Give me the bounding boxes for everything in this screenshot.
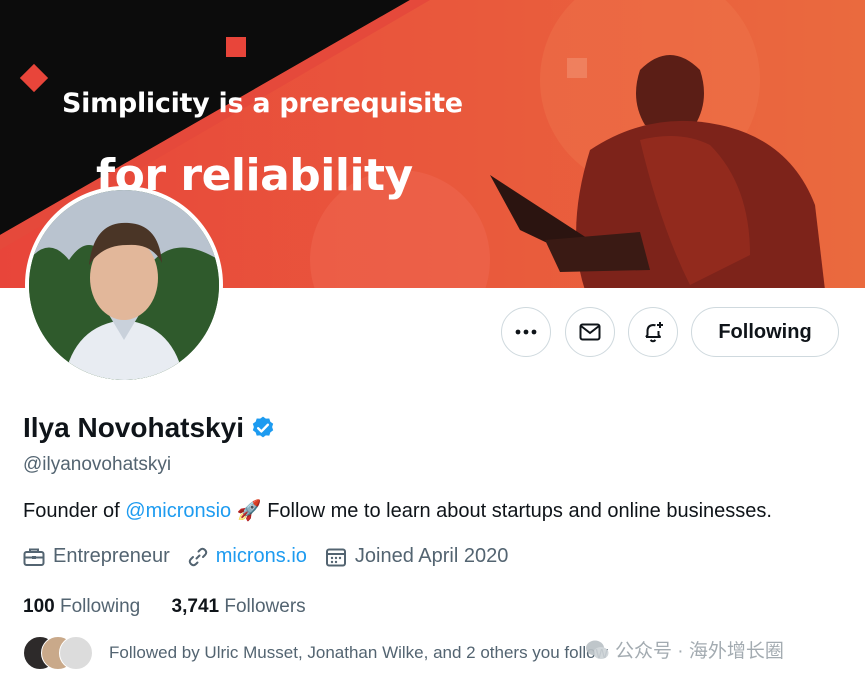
bio-mention-link[interactable]: @micronsio xyxy=(125,500,231,522)
bell-plus-icon xyxy=(645,322,663,343)
profile-name-row: Ilya Novohatskyi xyxy=(23,412,276,444)
link-icon xyxy=(188,547,207,566)
watermark: 公众号 · 海外增长圈 xyxy=(585,636,784,663)
followed-by-text: Followed by Ulric Musset, Jonathan Wilke… xyxy=(109,643,608,662)
envelope-icon xyxy=(579,323,601,341)
profile-name: Ilya Novohatskyi xyxy=(23,412,244,443)
profile-bio: Founder of @micronsio 🚀 Follow me to lea… xyxy=(23,500,772,522)
wechat-icon xyxy=(586,640,609,659)
briefcase-icon xyxy=(23,548,45,566)
calendar-icon xyxy=(325,548,346,566)
profession-item: Entrepreneur xyxy=(23,545,170,568)
profile-stats: 100 Following 3,741 Followers xyxy=(23,596,332,618)
followers-stat-link[interactable]: 3,741 Followers xyxy=(172,596,306,617)
followed-by-row[interactable]: Followed by Ulric Musset, Jonathan Wilke… xyxy=(23,636,608,670)
more-button[interactable] xyxy=(501,307,551,357)
mutual-avatar xyxy=(59,636,93,670)
website-item[interactable]: microns.io xyxy=(188,545,307,568)
message-button[interactable] xyxy=(565,307,615,357)
mutual-avatars xyxy=(23,636,95,670)
profile-handle: @ilyanovohatskyi xyxy=(23,454,172,475)
notifications-button[interactable] xyxy=(628,307,678,357)
profile-meta: Entrepreneur microns.io Joined April 202… xyxy=(23,545,526,568)
profile-avatar[interactable] xyxy=(25,186,223,384)
joined-item: Joined April 2020 xyxy=(325,545,508,568)
website-link[interactable]: microns.io xyxy=(216,545,307,568)
more-dots-icon xyxy=(515,329,537,335)
following-stat-link[interactable]: 100 Following xyxy=(23,596,140,617)
rocket-emoji: 🚀 xyxy=(236,500,262,522)
following-button[interactable]: Following xyxy=(691,307,839,357)
banner-headline-1: Simplicity is a prerequisite xyxy=(62,88,463,119)
verified-badge-icon[interactable] xyxy=(250,415,276,441)
